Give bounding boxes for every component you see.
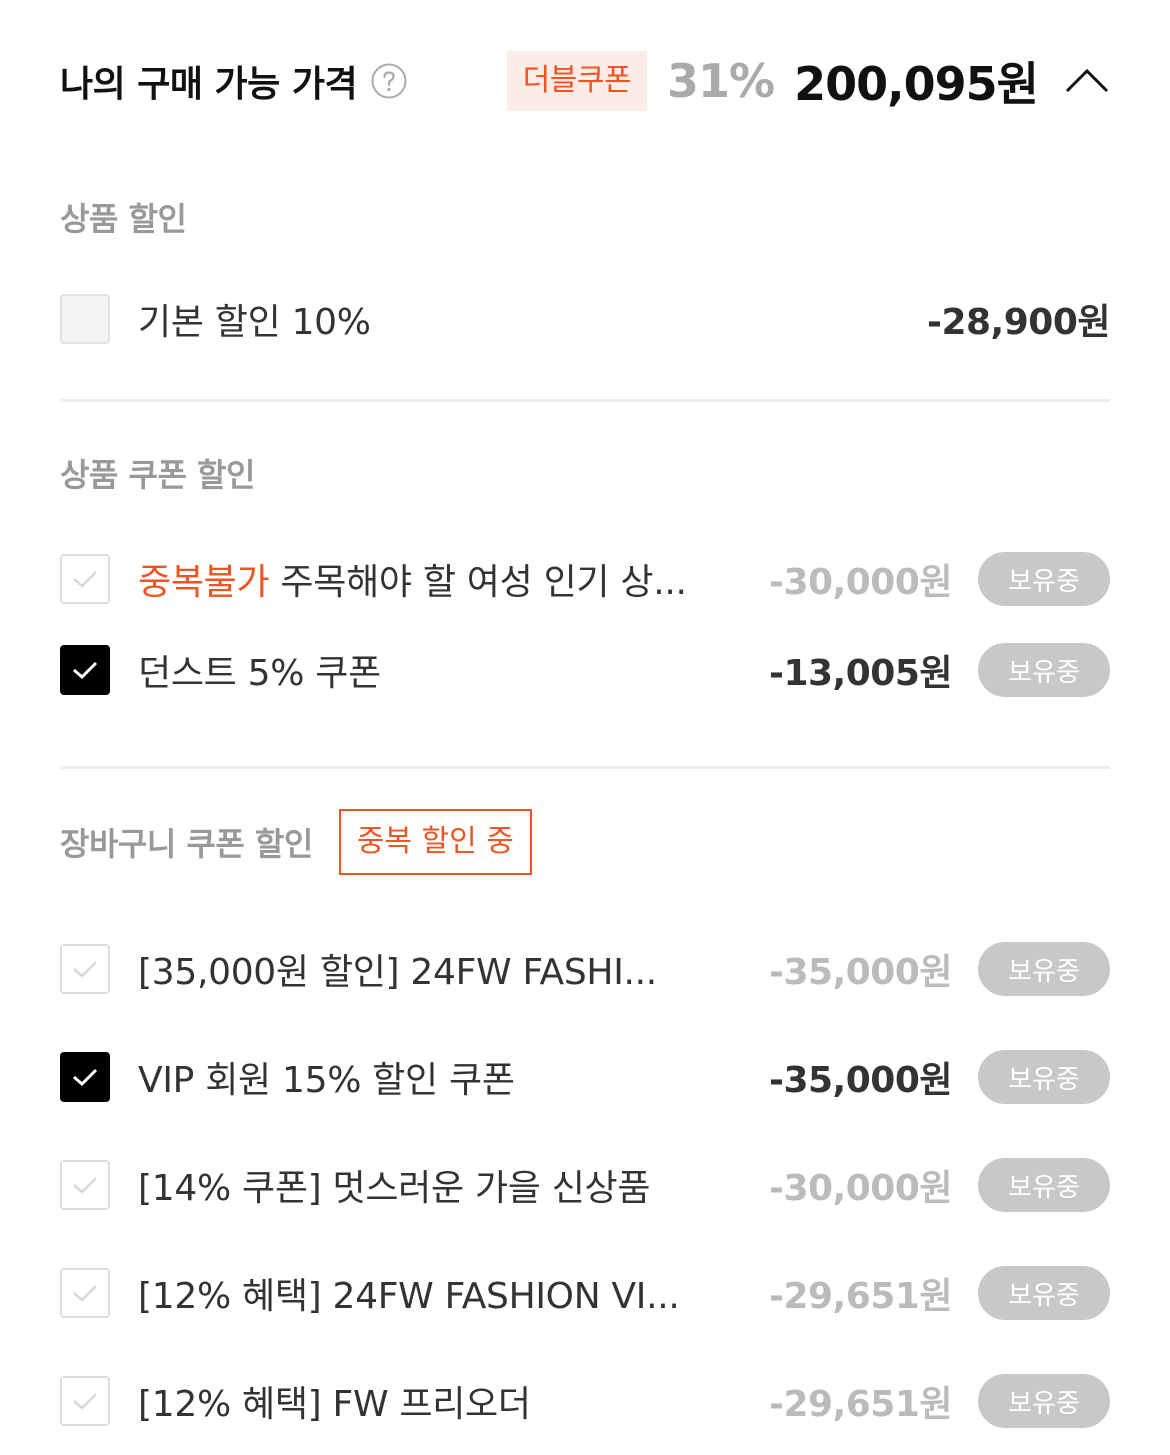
- owned-badge: 보유중: [978, 1158, 1110, 1212]
- checkbox[interactable]: [60, 554, 110, 604]
- price-header[interactable]: 나의 구매 가능 가격 더블쿠폰 31% 200,095원: [60, 0, 1110, 162]
- owned-badge: 보유중: [978, 942, 1110, 996]
- checkbox[interactable]: [60, 944, 110, 994]
- coupon-amount: -35,000원: [769, 1060, 952, 1101]
- coupon-amount: -35,000원: [769, 952, 952, 993]
- product-coupon-section: 상품 쿠폰 할인 중복불가 주목해야 할 여성 인기 상... -30,000원…: [60, 402, 1110, 724]
- product-discount-header: 상품 할인: [60, 162, 1110, 272]
- coupon-amount: -13,005원: [769, 653, 952, 694]
- coupon-label: VIP 회원 15% 할인 쿠폰: [138, 1060, 515, 1101]
- coupon-label: 던스트 5% 쿠폰: [138, 653, 381, 694]
- final-price: 200,095원: [794, 57, 1039, 111]
- checkbox: [60, 294, 110, 344]
- coupon-label: [12% 혜택] FW 프리오더: [138, 1384, 531, 1425]
- check-icon: [73, 1393, 97, 1410]
- coupon-amount: -30,000원: [769, 562, 952, 603]
- check-icon: [73, 571, 97, 588]
- coupon-amount: -30,000원: [769, 1168, 952, 1209]
- no-duplicate-tag: 중복불가: [138, 562, 270, 603]
- price-detail-panel: 나의 구매 가능 가격 더블쿠폰 31% 200,095원 상품 할인 기본 할…: [60, 0, 1110, 1455]
- coupon-row[interactable]: VIP 회원 15% 할인 쿠폰 -35,000원 보유중: [60, 1023, 1110, 1131]
- section-title: 장바구니 쿠폰 할인: [60, 825, 313, 863]
- coupon-row[interactable]: [12% 혜택] 24FW FASHION VI... -29,651원 보유중: [60, 1239, 1110, 1347]
- coupon-label: [12% 혜택] 24FW FASHION VI...: [138, 1276, 680, 1317]
- coupon-row[interactable]: [14% 쿠폰] 멋스러운 가을 신상품 -30,000원 보유중: [60, 1131, 1110, 1239]
- list-item: 기본 할인 10% -28,900원: [60, 272, 1110, 366]
- price-title: 나의 구매 가능 가격: [60, 64, 358, 105]
- coupon-amount: -29,651원: [769, 1276, 952, 1317]
- duplicate-discount-badge: 중복 할인 중: [338, 809, 532, 875]
- discount-amount: -28,900원: [927, 302, 1110, 343]
- coupon-amount: -29,651원: [769, 1384, 952, 1425]
- check-icon: [73, 1068, 98, 1087]
- check-icon: [73, 1177, 97, 1194]
- discount-label: 기본 할인 10%: [138, 302, 371, 343]
- owned-badge: 보유중: [978, 643, 1110, 697]
- product-coupon-header: 상품 쿠폰 할인: [60, 402, 1110, 544]
- chevron-up-icon[interactable]: [1064, 66, 1110, 96]
- check-icon: [73, 661, 98, 680]
- coupon-row[interactable]: 던스트 5% 쿠폰 -13,005원 보유중: [60, 616, 1110, 724]
- coupon-label: [35,000원 할인] 24FW FASHI...: [138, 952, 657, 993]
- product-discount-section: 상품 할인 기본 할인 10% -28,900원: [60, 162, 1110, 366]
- coupon-label: 중복불가 주목해야 할 여성 인기 상...: [138, 553, 698, 605]
- section-title: 상품 쿠폰 할인: [60, 456, 255, 494]
- checkbox[interactable]: [60, 1376, 110, 1426]
- checkbox[interactable]: [60, 1052, 110, 1102]
- check-icon: [73, 1285, 97, 1302]
- coupon-row[interactable]: 중복불가 주목해야 할 여성 인기 상... -30,000원 보유중: [60, 542, 1110, 616]
- section-title: 상품 할인: [60, 200, 187, 238]
- checkbox[interactable]: [60, 1268, 110, 1318]
- coupon-row[interactable]: [35,000원 할인] 24FW FASHI... -35,000원 보유중: [60, 915, 1110, 1023]
- checkbox[interactable]: [60, 645, 110, 695]
- check-icon: [73, 961, 97, 978]
- cart-coupon-section: 장바구니 쿠폰 할인 중복 할인 중 [35,000원 할인] 24FW FAS…: [60, 769, 1110, 1455]
- help-icon[interactable]: [371, 63, 407, 99]
- checkbox[interactable]: [60, 1160, 110, 1210]
- coupon-label: [14% 쿠폰] 멋스러운 가을 신상품: [138, 1168, 651, 1209]
- double-coupon-badge: 더블쿠폰: [506, 51, 648, 111]
- owned-badge: 보유중: [978, 552, 1110, 606]
- owned-badge: 보유중: [978, 1266, 1110, 1320]
- discount-rate: 31%: [667, 54, 775, 108]
- coupon-name: 주목해야 할 여성 인기 상...: [269, 562, 687, 603]
- owned-badge: 보유중: [978, 1050, 1110, 1104]
- cart-coupon-header: 장바구니 쿠폰 할인 중복 할인 중: [60, 769, 1110, 915]
- price-summary: 더블쿠폰 31% 200,095원: [506, 0, 1110, 162]
- owned-badge: 보유중: [978, 1374, 1110, 1428]
